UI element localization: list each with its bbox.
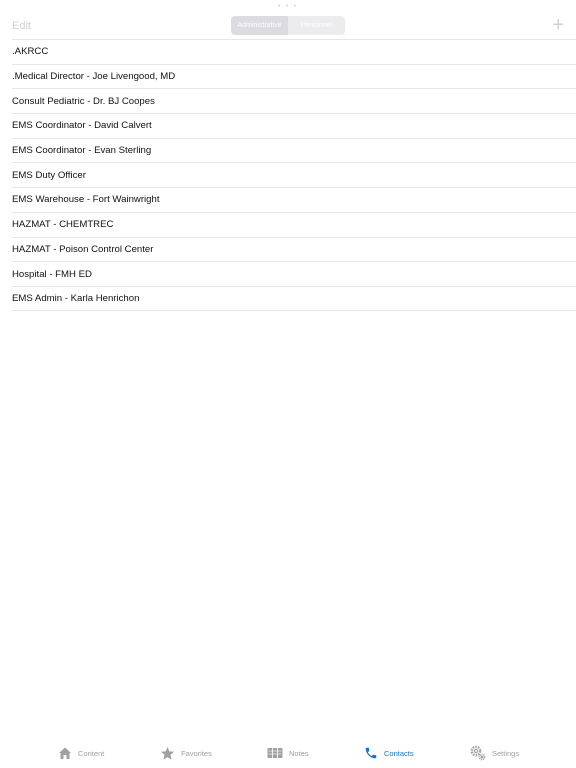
- segment-administrative[interactable]: Administrative: [231, 16, 288, 35]
- star-icon: [160, 746, 175, 760]
- add-contact-button[interactable]: +: [552, 15, 564, 35]
- tab-label: Contacts: [384, 748, 414, 758]
- tab-settings[interactable]: Settings: [470, 742, 519, 764]
- tab-bar: Content Favorites Notes Contacts Setting…: [0, 738, 576, 768]
- contact-row[interactable]: .AKRCC: [12, 39, 576, 64]
- house-icon: [59, 747, 71, 759]
- contact-row[interactable]: HAZMAT - CHEMTREC: [12, 211, 576, 237]
- contact-row[interactable]: .Medical Director - Joe Livengood, MD: [12, 63, 576, 89]
- tab-contacts[interactable]: Contacts: [364, 742, 414, 764]
- tab-label: Favorites: [181, 748, 212, 758]
- tab-notes[interactable]: Notes: [267, 742, 309, 764]
- contact-row[interactable]: Hospital - FMH ED: [12, 261, 576, 286]
- navigation-bar: Edit Administrative Personnel +: [0, 14, 576, 40]
- contact-row[interactable]: EMS Warehouse - Fort Wainwright: [12, 187, 576, 212]
- tab-label: Content: [78, 748, 105, 758]
- contact-row[interactable]: Consult Pediatric - Dr. BJ Coopes: [12, 88, 576, 113]
- tab-label: Notes: [289, 748, 309, 758]
- contact-row[interactable]: EMS Coordinator - David Calvert: [12, 113, 576, 138]
- tab-favorites[interactable]: Favorites: [160, 742, 212, 764]
- contact-row[interactable]: EMS Duty Officer: [12, 162, 576, 187]
- contact-row[interactable]: HAZMAT - Poison Control Center: [12, 236, 576, 262]
- tab-content[interactable]: Content: [58, 742, 104, 764]
- gears-icon: [470, 745, 486, 761]
- app-window: • • • Edit Administrative Personnel + .A…: [0, 0, 576, 768]
- segment-personnel[interactable]: Personnel: [288, 16, 345, 35]
- segmented-control: Administrative Personnel: [231, 16, 345, 35]
- edit-button[interactable]: Edit: [12, 20, 31, 32]
- phone-icon: [365, 747, 377, 759]
- notes-icon: [267, 748, 283, 758]
- contact-row[interactable]: EMS Coordinator - Evan Sterling: [12, 137, 576, 163]
- tab-label: Settings: [492, 748, 520, 758]
- status-indicator: • • •: [278, 4, 298, 10]
- contacts-list: .AKRCC .Medical Director - Joe Livengood…: [0, 39, 576, 311]
- contact-row[interactable]: EMS Admin - Karla Henrichon: [12, 285, 576, 311]
